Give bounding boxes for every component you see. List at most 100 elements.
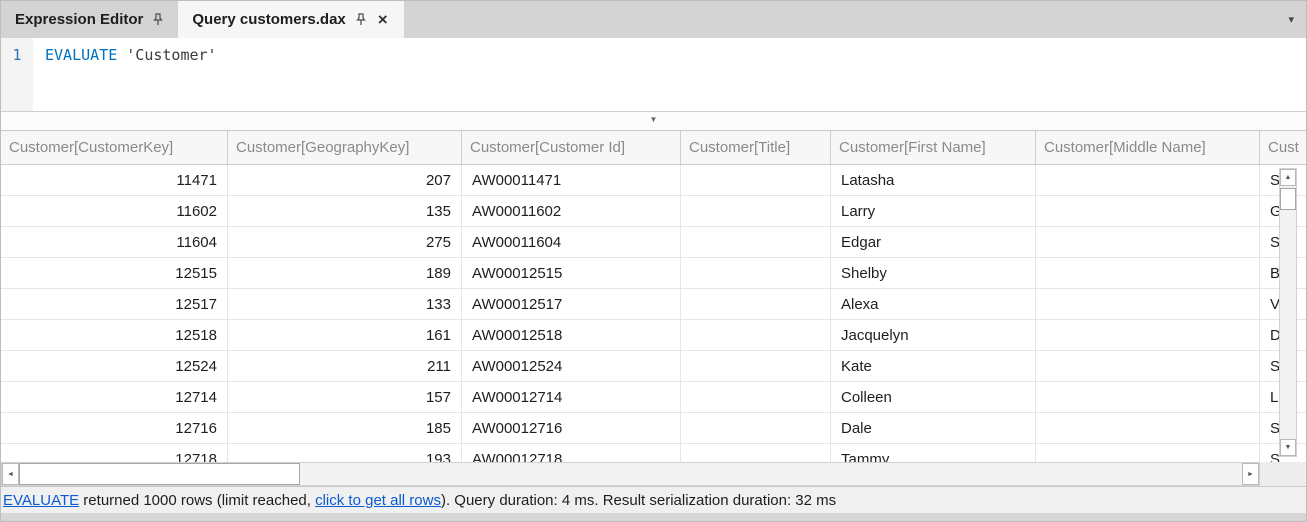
grid-cell: AW00012716 (462, 413, 681, 443)
grid-cell: 135 (228, 196, 462, 226)
tab-query-customers-dax[interactable]: Query customers.dax × (178, 1, 403, 38)
table-row[interactable]: 12518161AW00012518JacquelynD (1, 320, 1306, 351)
grid-cell: Edgar (831, 227, 1036, 257)
grid-cell (681, 289, 831, 319)
grid-cell: 12518 (1, 320, 228, 350)
chevron-down-icon[interactable]: ▾ (1276, 13, 1306, 26)
grid-cell (681, 413, 831, 443)
grid-cell: Dale (831, 413, 1036, 443)
tab-expression-editor[interactable]: Expression Editor (1, 1, 178, 38)
column-header[interactable]: Customer[First Name] (831, 131, 1036, 164)
grid-cell (681, 444, 831, 462)
grid-cell: 157 (228, 382, 462, 412)
get-all-rows-link[interactable]: click to get all rows (315, 492, 441, 509)
grid-cell: 185 (228, 413, 462, 443)
grid-cell: 161 (228, 320, 462, 350)
grid-cell (1036, 351, 1260, 381)
grid-cell: Larry (831, 196, 1036, 226)
grid-cell (1036, 382, 1260, 412)
tab-bar: Expression Editor Query customers.dax × … (1, 1, 1306, 38)
grid-cell (681, 258, 831, 288)
vertical-scrollbar[interactable]: ▲ ▼ (1279, 168, 1297, 457)
grid-cell: AW00012718 (462, 444, 681, 462)
grid-cell: 12524 (1, 351, 228, 381)
bottom-edge-strip (1, 513, 1306, 521)
column-header[interactable]: Customer[Title] (681, 131, 831, 164)
vertical-scrollbar-thumb[interactable] (1280, 188, 1296, 210)
grid-cell: 11471 (1, 165, 228, 195)
tab-label: Expression Editor (15, 11, 143, 28)
evaluate-link[interactable]: EVALUATE (3, 492, 79, 509)
table-row[interactable]: 11602135AW00011602LarryG (1, 196, 1306, 227)
grid-cell (681, 351, 831, 381)
collapse-arrow-icon[interactable]: ▼ (650, 115, 658, 124)
table-row[interactable]: 12524211AW00012524KateS (1, 351, 1306, 382)
grid-cell: 12714 (1, 382, 228, 412)
pin-icon[interactable] (355, 13, 367, 26)
grid-cell (681, 227, 831, 257)
grid-cell: 189 (228, 258, 462, 288)
status-text: returned 1000 rows (limit reached, (79, 492, 315, 509)
grid-cell: 11602 (1, 196, 228, 226)
table-row[interactable]: 11604275AW00011604EdgarS (1, 227, 1306, 258)
grid-cell: AW00012714 (462, 382, 681, 412)
rows-container: 11471207AW00011471LatashaS11602135AW0001… (1, 165, 1306, 462)
grid-cell (681, 165, 831, 195)
scroll-left-arrow[interactable]: ◄ (2, 463, 19, 485)
column-header[interactable]: Customer[GeographyKey] (228, 131, 462, 164)
grid-body: 11471207AW00011471LatashaS11602135AW0001… (1, 165, 1306, 462)
column-header[interactable]: Customer[CustomerKey] (1, 131, 228, 164)
horizontal-scrollbar[interactable]: ◄ ► (1, 462, 1260, 486)
horizontal-scrollbar-row: ◄ ► (1, 462, 1306, 486)
grid-cell (1036, 289, 1260, 319)
grid-cell: Colleen (831, 382, 1036, 412)
table-row[interactable]: 12714157AW00012714ColleenL (1, 382, 1306, 413)
grid-cell (1036, 227, 1260, 257)
grid-header: Customer[CustomerKey]Customer[GeographyK… (1, 130, 1306, 165)
grid-cell (1036, 258, 1260, 288)
grid-cell (1036, 413, 1260, 443)
table-row[interactable]: 12515189AW00012515ShelbyB (1, 258, 1306, 289)
grid-cell: 133 (228, 289, 462, 319)
table-row[interactable]: 12718193AW00012718TammyS (1, 444, 1306, 462)
column-header[interactable]: Customer[Middle Name] (1036, 131, 1260, 164)
scroll-down-arrow[interactable]: ▼ (1280, 439, 1296, 456)
vertical-scrollbar-track[interactable] (1280, 210, 1296, 439)
grid-cell: 207 (228, 165, 462, 195)
grid-cell: AW00011602 (462, 196, 681, 226)
grid-cell: Shelby (831, 258, 1036, 288)
grid-cell: Kate (831, 351, 1036, 381)
grid-cell (681, 196, 831, 226)
code-area[interactable]: EVALUATE 'Customer' (33, 38, 1306, 111)
grid-cell: AW00011471 (462, 165, 681, 195)
table-row[interactable]: 12716185AW00012716DaleS (1, 413, 1306, 444)
scroll-right-arrow[interactable]: ► (1242, 463, 1259, 485)
close-icon[interactable]: × (376, 11, 390, 28)
column-header[interactable]: Customer[Customer Id] (462, 131, 681, 164)
line-number: 1 (12, 46, 21, 64)
code-editor[interactable]: 1 EVALUATE 'Customer' (1, 38, 1306, 112)
grid-cell: 12517 (1, 289, 228, 319)
table-row[interactable]: 11471207AW00011471LatashaS (1, 165, 1306, 196)
splitter-handle[interactable]: ▼ (1, 112, 1306, 130)
scroll-up-arrow[interactable]: ▲ (1280, 169, 1296, 186)
grid-cell: AW00012515 (462, 258, 681, 288)
grid-cell: AW00012524 (462, 351, 681, 381)
results-grid: Customer[CustomerKey]Customer[GeographyK… (1, 130, 1306, 462)
grid-cell (1036, 165, 1260, 195)
grid-cell: 193 (228, 444, 462, 462)
grid-cell: 275 (228, 227, 462, 257)
column-header[interactable]: Cust (1260, 131, 1306, 164)
grid-cell: Latasha (831, 165, 1036, 195)
pin-icon[interactable] (152, 13, 164, 26)
grid-cell: AW00012517 (462, 289, 681, 319)
horizontal-scrollbar-thumb[interactable] (19, 463, 300, 485)
grid-cell: 12718 (1, 444, 228, 462)
table-row[interactable]: 12517133AW00012517AlexaV (1, 289, 1306, 320)
grid-cell: Jacquelyn (831, 320, 1036, 350)
grid-cell: 11604 (1, 227, 228, 257)
line-number-gutter: 1 (1, 38, 33, 111)
horizontal-scrollbar-track[interactable] (300, 463, 1242, 485)
grid-cell (1036, 196, 1260, 226)
string-token: 'Customer' (117, 46, 216, 64)
